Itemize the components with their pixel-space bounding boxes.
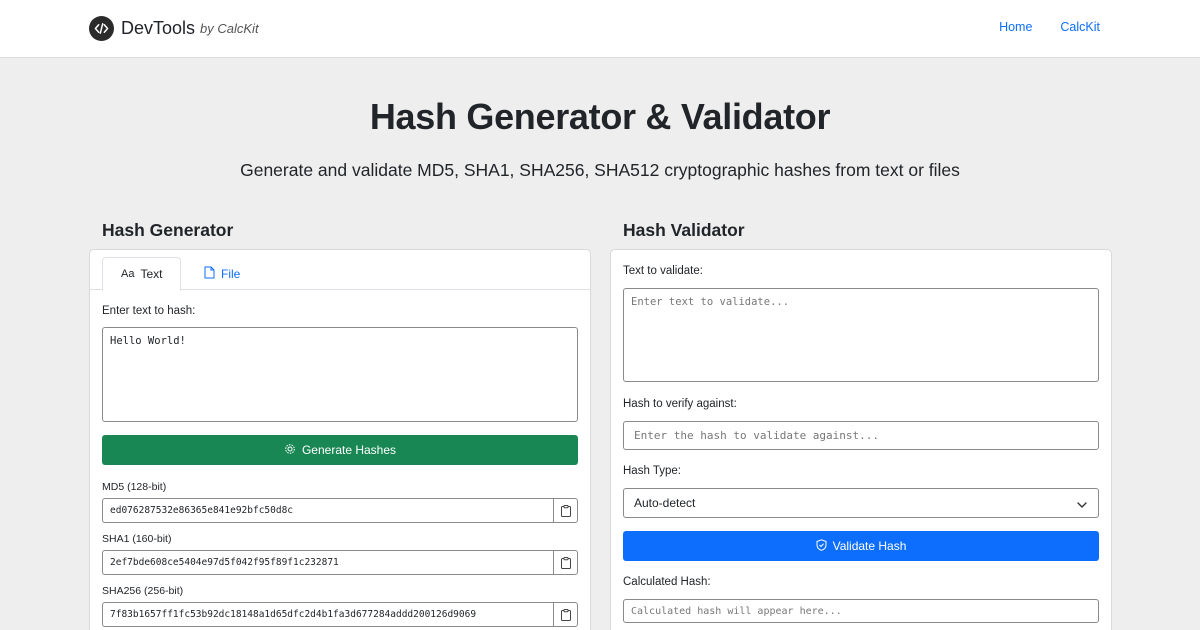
hash-generator-card: Aa Text File Enter text to hash: Generat… [89, 249, 591, 630]
shield-icon [816, 538, 827, 554]
navbar: DevTools by CalcKit Home CalcKit [0, 0, 1200, 58]
brand-byline: by CalcKit [200, 21, 259, 36]
nav-link-home[interactable]: Home [999, 20, 1032, 34]
text-to-validate-input[interactable] [623, 288, 1099, 382]
hash-type-label: Hash Type: [623, 465, 681, 477]
file-icon [204, 266, 215, 282]
sha256-output[interactable] [102, 602, 553, 627]
text-input-label: Enter text to hash: [102, 305, 196, 317]
text-to-validate-label: Text to validate: [623, 265, 703, 277]
text-icon: Aa [121, 268, 135, 280]
validate-hash-label: Validate Hash [832, 539, 907, 553]
code-icon [89, 16, 114, 41]
brand[interactable]: DevTools by CalcKit [89, 16, 259, 41]
generate-hashes-label: Generate Hashes [301, 443, 397, 457]
sha256-copy-button[interactable] [553, 602, 578, 627]
text-to-hash-input[interactable] [102, 327, 578, 422]
calculated-hash-output[interactable] [623, 599, 1099, 623]
sha1-output[interactable] [102, 550, 553, 575]
md5-label: MD5 (128-bit) [102, 481, 167, 493]
calculated-hash-label: Calculated Hash: [623, 576, 711, 588]
clipboard-icon [560, 556, 571, 569]
tab-text-label: Text [140, 267, 163, 281]
sha1-label: SHA1 (160-bit) [102, 533, 172, 545]
page-subtitle: Generate and validate MD5, SHA1, SHA256,… [240, 160, 960, 180]
tab-text[interactable]: Aa Text [102, 257, 182, 291]
clipboard-icon [560, 608, 571, 621]
hash-type-selected: Auto-detect [634, 496, 696, 510]
page-title: Hash Generator & Validator [369, 96, 831, 137]
input-tabs: Aa Text File [90, 250, 590, 291]
sha256-output-group [102, 602, 578, 627]
generate-hashes-button[interactable]: Generate Hashes [102, 435, 578, 465]
nav-link-calckit[interactable]: CalcKit [1060, 20, 1100, 34]
hash-type-select[interactable]: Auto-detect [623, 488, 1099, 518]
md5-copy-button[interactable] [553, 498, 578, 523]
hash-generator-title: Hash Generator [102, 220, 234, 240]
hash-to-verify-input[interactable] [623, 421, 1099, 450]
clipboard-icon [560, 504, 571, 517]
validate-hash-button[interactable]: Validate Hash [623, 531, 1099, 561]
md5-output-group [102, 498, 578, 523]
hash-validator-title: Hash Validator [623, 220, 745, 240]
chevron-down-icon [1077, 498, 1087, 512]
nav-links: Home CalcKit [999, 20, 1100, 34]
sha1-output-group [102, 550, 578, 575]
tab-file[interactable]: File [186, 257, 258, 290]
brand-name: DevTools [121, 18, 196, 38]
gear-icon [284, 443, 296, 458]
hash-validator-card: Text to validate: Hash to verify against… [610, 249, 1112, 630]
sha1-copy-button[interactable] [553, 550, 578, 575]
tab-file-label: File [221, 266, 241, 281]
sha256-label: SHA256 (256-bit) [102, 585, 184, 597]
hash-to-verify-label: Hash to verify against: [623, 398, 737, 410]
md5-output[interactable] [102, 498, 553, 523]
